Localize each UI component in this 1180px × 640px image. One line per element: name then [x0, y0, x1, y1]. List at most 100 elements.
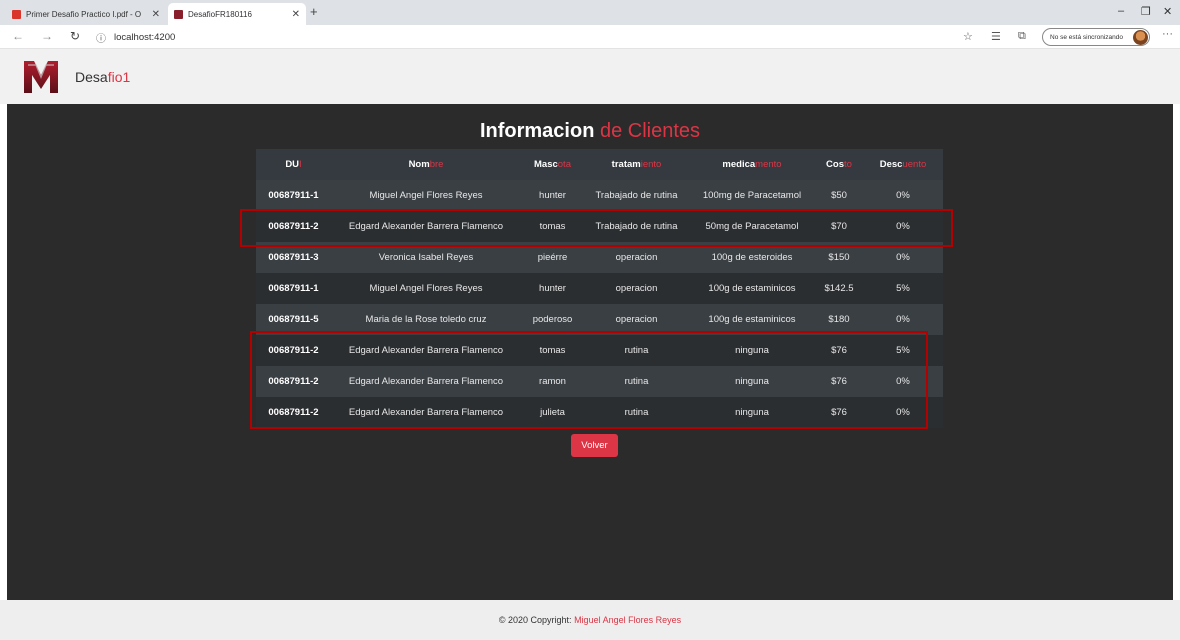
tab-label: DesafioFR180116 [188, 9, 252, 19]
table-cell: $70 [815, 211, 863, 242]
table-cell: 5% [863, 335, 943, 366]
table-cell: Edgard Alexander Barrera Flamenco [331, 397, 521, 428]
profile-avatar-icon [1133, 30, 1148, 45]
table-cell: operacion [584, 273, 689, 304]
table-cell: tomas [521, 335, 584, 366]
new-tab-button[interactable]: + [310, 4, 318, 19]
table-cell: 5% [863, 273, 943, 304]
table-cell: $76 [815, 397, 863, 428]
table-cell: $76 [815, 335, 863, 366]
tab-pdf[interactable]: Primer Desafio Practico I.pdf - O ✕ [6, 3, 166, 25]
header-accent: ota [557, 159, 571, 170]
brand-link[interactable]: Desafio1 [75, 69, 130, 85]
browser-tab-bar: Primer Desafio Practico I.pdf - O ✕ Desa… [0, 0, 1180, 25]
page-title: Informacion de Clientes [7, 120, 1173, 143]
table-cell: tomas [521, 211, 584, 242]
table-cell: rutina [584, 335, 689, 366]
table-cell: rutina [584, 366, 689, 397]
title-main: Informacion [479, 120, 595, 142]
favorites-icon[interactable]: ☰ [991, 30, 1001, 43]
table-cell: ninguna [689, 335, 815, 366]
table-row: 00687911-1 Miguel Angel Flores Reyes hunte… [256, 273, 943, 304]
collections-icon[interactable]: ⧉ [1018, 30, 1026, 43]
restore-button[interactable]: ❐ [1141, 5, 1151, 18]
table-header-row: DUI Nombre Mascota tratamiento medicamento Co… [256, 149, 943, 180]
info-icon[interactable]: ⓘ [96, 30, 106, 45]
footer-copyright: © 2020 Copyright: [498, 615, 572, 625]
forward-icon[interactable]: → [41, 29, 53, 43]
table-cell: 100g de esteroides [689, 242, 815, 273]
column-header: DUI [256, 149, 331, 180]
table-cell: ramon [521, 366, 584, 397]
table-cell: $76 [815, 366, 863, 397]
table-row: 00687911-5 Maria de la Rose toledo cruz po… [256, 304, 943, 335]
header-main: DU [285, 159, 300, 170]
header-accent: mento [755, 159, 782, 170]
header-accent: bre [429, 159, 444, 170]
table-cell: hunter [521, 180, 584, 211]
table-row: 00687911-3 Veronica Isabel Reyes pieérre op… [256, 242, 943, 273]
column-header: medicamento [689, 149, 815, 180]
table-row: 00687911-2 Edgard Alexander Barrera Flame… [256, 366, 943, 397]
table-cell: Maria de la Rose toledo cruz [331, 304, 521, 335]
table-cell: $180 [815, 304, 863, 335]
column-header: tratamiento [584, 149, 689, 180]
table-cell: $150 [815, 242, 863, 273]
app-logo-icon[interactable] [22, 57, 60, 97]
table-cell: hunter [521, 273, 584, 304]
table-cell: 00687911-3 [256, 242, 331, 273]
sync-button[interactable]: No se está sincronizando [1042, 28, 1150, 46]
table-cell: Miguel Angel Flores Reyes [331, 180, 521, 211]
table-row: 00687911-2 Edgard Alexander Barrera Flame… [256, 211, 943, 242]
header-accent: iento [640, 159, 662, 170]
volver-button[interactable]: Volver [571, 434, 618, 457]
table-cell: Edgard Alexander Barrera Flamenco [331, 366, 521, 397]
table-body: 00687911-1 Miguel Angel Flores Reyes hunte… [256, 180, 943, 428]
star-icon[interactable]: ☆ [963, 30, 973, 43]
header-main: Cos [826, 159, 844, 170]
table-cell: 00687911-1 [256, 180, 331, 211]
table-cell: 0% [863, 242, 943, 273]
window-close-button[interactable]: ✕ [1163, 5, 1172, 18]
title-accent: de Clientes [599, 120, 701, 142]
table-cell: julieta [521, 397, 584, 428]
header-main: Masc [534, 159, 558, 170]
table-cell: 00687911-5 [256, 304, 331, 335]
table-cell: 0% [863, 304, 943, 335]
column-header: Descuento [863, 149, 943, 180]
close-icon[interactable]: ✕ [292, 9, 300, 20]
refresh-icon[interactable]: ↻ [70, 29, 80, 43]
table-cell: Veronica Isabel Reyes [331, 242, 521, 273]
table-cell: Trabajado de rutina [584, 211, 689, 242]
footer-author-link[interactable]: Miguel Angel Flores Reyes [574, 615, 681, 625]
address-toolbar: ← → ↻ ⓘ localhost:4200 ☆ ☰ ⧉ No se está … [0, 25, 1180, 49]
table-row: 00687911-1 Miguel Angel Flores Reyes hunte… [256, 180, 943, 211]
table-row: 00687911-2 Edgard Alexander Barrera Flame… [256, 335, 943, 366]
minimize-button[interactable]: – [1118, 5, 1124, 17]
table-cell: 100g de estaminicos [689, 304, 815, 335]
header-accent: I [299, 159, 302, 170]
header-accent: uento [902, 159, 927, 170]
table-cell: 0% [863, 211, 943, 242]
more-menu-icon[interactable]: ··· [1162, 28, 1173, 40]
table-cell: poderoso [521, 304, 584, 335]
column-header: Mascota [521, 149, 584, 180]
table-cell: Edgard Alexander Barrera Flamenco [331, 211, 521, 242]
column-header: Nombre [331, 149, 521, 180]
table-cell: 00687911-2 [256, 211, 331, 242]
close-icon[interactable]: ✕ [152, 9, 160, 20]
address-text: localhost:4200 [114, 32, 176, 43]
brand-accent: fio1 [107, 69, 131, 85]
header-main: Desc [879, 159, 903, 170]
table-cell: ninguna [689, 366, 815, 397]
footer: © 2020 Copyright: Miguel Angel Flores Re… [0, 600, 1180, 640]
table-cell: 0% [863, 366, 943, 397]
back-icon[interactable]: ← [12, 29, 24, 43]
header-main: medica [722, 159, 756, 170]
table-cell: Miguel Angel Flores Reyes [331, 273, 521, 304]
address-field[interactable]: ⓘ localhost:4200 [96, 30, 175, 45]
table-cell: $50 [815, 180, 863, 211]
tab-desafio[interactable]: DesafioFR180116 ✕ [168, 3, 306, 25]
clients-table: DUI Nombre Mascota tratamiento medicamento Co… [256, 149, 943, 428]
sync-label: No se está sincronizando [1050, 33, 1123, 41]
